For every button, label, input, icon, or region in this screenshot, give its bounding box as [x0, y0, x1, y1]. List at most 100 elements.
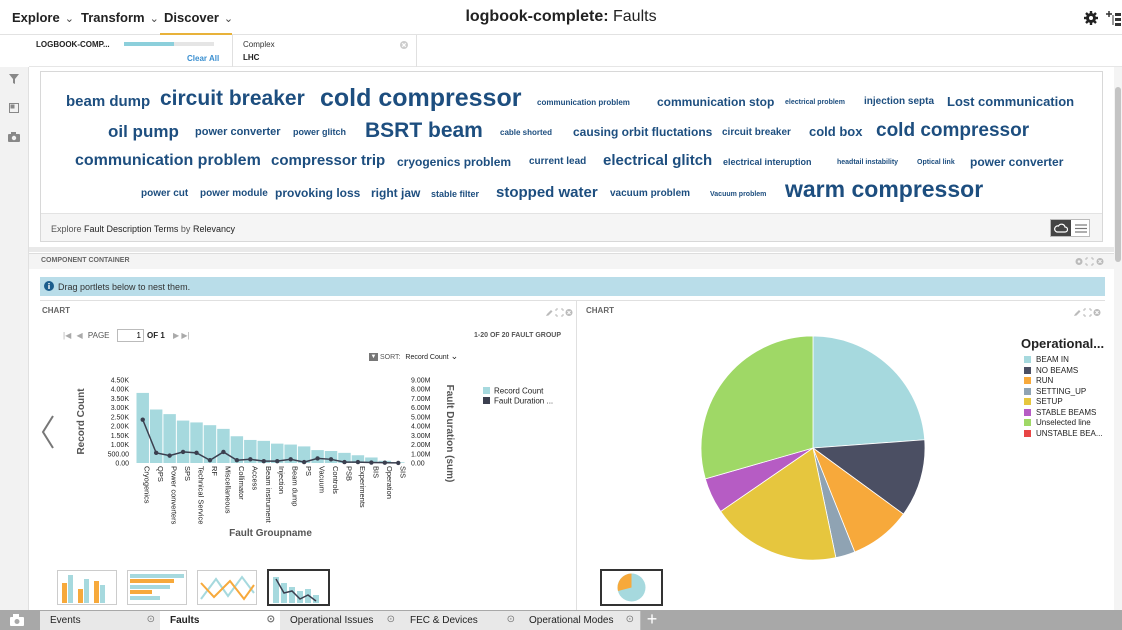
cloud-term[interactable]: stable filter: [431, 189, 479, 199]
footer-sort-selector[interactable]: Relevancy: [193, 224, 235, 234]
cloud-term[interactable]: provoking loss: [275, 186, 360, 200]
tab-events[interactable]: Events ⊙: [40, 611, 162, 630]
pie-legend-item[interactable]: SETTING_UP: [1024, 387, 1116, 398]
close-tab-icon[interactable]: ⊙: [267, 614, 275, 625]
expand-icon: [555, 308, 564, 317]
cloud-term[interactable]: Optical link: [917, 159, 955, 166]
cloud-term[interactable]: communication problem: [75, 152, 261, 170]
cloud-term[interactable]: oil pump: [108, 122, 179, 142]
cloud-term[interactable]: current lead: [529, 156, 586, 167]
tab-operational-modes[interactable]: Operational Modes ⊙: [519, 611, 641, 630]
cloud-view-button[interactable]: [1051, 220, 1071, 236]
cloud-term[interactable]: circuit breaker: [722, 127, 791, 138]
x-tick-label: BIS: [371, 466, 380, 478]
chevron-left-icon[interactable]: [41, 415, 55, 449]
divider: [40, 300, 1105, 301]
cloud-term[interactable]: circuit breaker: [160, 87, 305, 111]
chart-type-thumbnail-bar[interactable]: [57, 570, 117, 605]
cloud-term[interactable]: compressor trip: [271, 152, 385, 169]
pie-legend-item[interactable]: BEAM IN: [1024, 355, 1116, 366]
cloud-term[interactable]: power converter: [195, 126, 281, 138]
cloud-term[interactable]: electrical interuption: [723, 157, 812, 167]
gear-icon[interactable]: [1083, 10, 1099, 26]
pie-legend-item[interactable]: RUN: [1024, 376, 1116, 387]
tree-add-icon[interactable]: [1105, 9, 1122, 26]
page-number-input[interactable]: [117, 329, 144, 342]
close-icon[interactable]: [400, 41, 408, 49]
sort-select[interactable]: Record Count ⌄: [405, 351, 458, 361]
close-tab-icon[interactable]: ⊙: [387, 614, 395, 625]
first-page-icon[interactable]: |◀: [63, 331, 71, 340]
x-tick-label: QPS: [156, 466, 165, 482]
cloud-term[interactable]: Lost communication: [947, 94, 1074, 109]
line-point: [248, 457, 253, 462]
close-tab-icon[interactable]: ⊙: [147, 614, 155, 625]
sort-direction-icon[interactable]: ▼: [369, 353, 378, 362]
cloud-term[interactable]: power cut: [141, 188, 188, 199]
prev-page-icon[interactable]: ◀: [76, 331, 82, 340]
page-title-dataset: logbook-complete:: [465, 8, 609, 25]
pager-range: 1-20 OF 20 FAULT GROUP: [474, 332, 561, 339]
clear-all-link[interactable]: Clear All: [187, 54, 219, 63]
camera-icon[interactable]: [10, 614, 24, 626]
x-tick-label: PS: [304, 466, 313, 476]
tab-label: Faults: [170, 615, 200, 626]
cloud-term[interactable]: warm compressor: [785, 176, 983, 203]
x-tick-label: Beam instrument: [264, 466, 273, 524]
source-label: LOGBOOK-COMP...: [36, 40, 110, 49]
cloud-term[interactable]: Vacuum problem: [710, 191, 766, 198]
scrollbar-thumb[interactable]: [1115, 87, 1121, 262]
cloud-term[interactable]: electrical glitch: [603, 152, 712, 169]
tab-fec-devices[interactable]: FEC & Devices ⊙: [400, 611, 522, 630]
cloud-term[interactable]: power glitch: [293, 127, 346, 137]
cloud-term[interactable]: cryogenics problem: [397, 155, 511, 169]
bar: [217, 428, 230, 463]
pie-legend-item[interactable]: STABLE BEAMS: [1024, 408, 1116, 419]
filter-chip[interactable]: Complex LHC: [234, 35, 416, 67]
panel-icon[interactable]: [9, 103, 19, 113]
cloud-term[interactable]: causing orbit fluctations: [573, 125, 712, 139]
chart-type-thumbnail-combo[interactable]: [267, 569, 330, 606]
close-tab-icon[interactable]: ⊙: [507, 614, 515, 625]
pie-legend-item[interactable]: Unselected line: [1024, 418, 1116, 429]
cloud-term[interactable]: stopped water: [496, 184, 598, 201]
cloud-term[interactable]: right jaw: [371, 186, 420, 200]
cloud-term[interactable]: power module: [200, 188, 268, 199]
chart-type-thumbnail-pie[interactable]: [600, 569, 663, 606]
cloud-term[interactable]: injection septa: [864, 96, 934, 107]
cloud-term[interactable]: cold box: [809, 124, 862, 139]
last-page-icon[interactable]: ▶|: [181, 331, 189, 340]
next-page-icon[interactable]: ▶: [173, 331, 179, 340]
cloud-term[interactable]: BSRT beam: [365, 119, 483, 143]
line-point: [355, 459, 361, 465]
line-point: [167, 453, 172, 458]
cloud-term[interactable]: cold compressor: [876, 120, 1029, 142]
filter-icon[interactable]: [9, 74, 19, 84]
chart-type-thumbnail-line[interactable]: [197, 570, 257, 605]
add-tab-icon[interactable]: +: [643, 610, 661, 630]
cloud-term[interactable]: power converter: [970, 155, 1063, 169]
chart-type-thumbnail-hbar[interactable]: [127, 570, 187, 605]
legend-swatch: [1024, 429, 1031, 437]
list-icon[interactable]: [1075, 224, 1087, 233]
component-container-title: COMPONENT CONTAINER: [41, 257, 130, 264]
tab-faults[interactable]: Faults ⊙: [160, 611, 282, 630]
y2-axis-title: Fault Duration (sum): [444, 385, 455, 483]
pie-legend-item[interactable]: UNSTABLE BEA...: [1024, 429, 1116, 440]
cloud-term[interactable]: communication stop: [657, 95, 774, 109]
tab-operational-issues[interactable]: Operational Issues ⊙: [280, 611, 402, 630]
cloud-term[interactable]: cold compressor: [320, 84, 521, 113]
pie-legend-item[interactable]: NO BEAMS: [1024, 366, 1116, 377]
cloud-term[interactable]: communication problem: [537, 98, 630, 107]
camera-icon[interactable]: [8, 132, 20, 142]
cloud-term[interactable]: cable shorted: [500, 128, 552, 137]
cloud-term[interactable]: electrical problem: [785, 99, 845, 106]
cloud-term[interactable]: vacuum problem: [610, 188, 690, 199]
expand-icon: [1085, 257, 1094, 266]
cloud-term[interactable]: headtail instability: [837, 159, 898, 166]
close-tab-icon[interactable]: ⊙: [626, 614, 634, 625]
page-scrollbar[interactable]: [1114, 67, 1122, 610]
footer-field-selector[interactable]: Fault Description Terms: [84, 224, 178, 234]
cloud-term[interactable]: beam dump: [66, 93, 150, 110]
pie-legend-item[interactable]: SETUP: [1024, 397, 1116, 408]
